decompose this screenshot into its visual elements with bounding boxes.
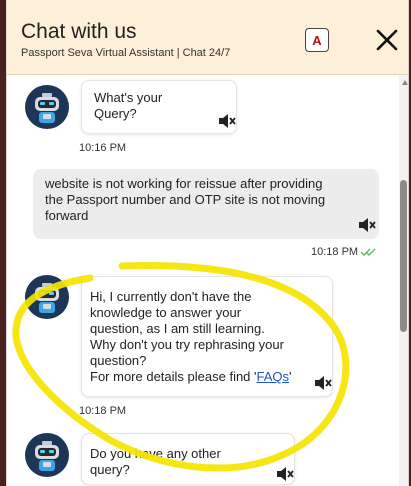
robot-icon	[35, 283, 59, 313]
bot-avatar	[25, 85, 69, 129]
chat-window: Chat with us Passport Seva Virtual Assis…	[6, 0, 409, 486]
message-timestamp: 10:18 PM	[79, 405, 127, 417]
message-line: forward	[45, 208, 89, 223]
robot-icon	[35, 441, 59, 471]
faqs-link[interactable]: FAQs	[257, 369, 290, 384]
mute-speaker-icon[interactable]	[276, 466, 294, 482]
close-icon[interactable]	[375, 28, 399, 52]
message-timestamp: 10:16 PM	[79, 142, 127, 154]
chat-title: Chat with us	[21, 20, 137, 43]
message-line: the Passport number and OTP site is not …	[45, 192, 326, 207]
mute-speaker-icon[interactable]	[218, 113, 236, 129]
message-line: Query?	[94, 106, 137, 121]
font-size-icon: A	[312, 32, 322, 48]
message-timestamp: 10:18 PM	[311, 246, 359, 258]
bot-avatar	[25, 433, 69, 477]
scroll-up-arrow-icon[interactable]	[402, 80, 408, 85]
message-line: website is not working for reissue after…	[45, 176, 323, 191]
message-line: Why don't you try rephrasing your	[90, 337, 284, 352]
chat-subtitle: Passport Seva Virtual Assistant | Chat 2…	[21, 47, 231, 59]
scrollbar-thumb[interactable]	[400, 180, 407, 332]
bot-message-bubble: What's your Query?	[81, 80, 237, 134]
message-line: question, as I am still learning.	[90, 321, 265, 336]
bot-message-bubble: Hi, I currently don't have the knowledge…	[81, 276, 333, 397]
font-size-button[interactable]: A	[305, 28, 329, 52]
double-check-icon	[360, 248, 376, 256]
message-line: query?	[90, 462, 130, 477]
message-line: question?	[90, 353, 147, 368]
bot-avatar	[25, 275, 69, 319]
message-line: Hi, I currently don't have the	[90, 289, 252, 304]
message-line: knowledge to answer your	[90, 305, 242, 320]
bot-message-bubble: Do you have any other query?	[81, 433, 295, 485]
message-line: What's your	[94, 90, 163, 105]
user-message-bubble: website is not working for reissue after…	[33, 169, 379, 239]
message-line: For more details please find 'FAQs'	[90, 369, 292, 384]
robot-icon	[35, 93, 59, 123]
mute-speaker-icon[interactable]	[358, 217, 376, 233]
mute-speaker-icon[interactable]	[314, 375, 332, 391]
chat-messages[interactable]: What's your Query? 10:16 PM website is n…	[7, 75, 408, 486]
chat-header: Chat with us Passport Seva Virtual Assis…	[7, 0, 408, 75]
message-line: Do you have any other	[90, 446, 221, 461]
